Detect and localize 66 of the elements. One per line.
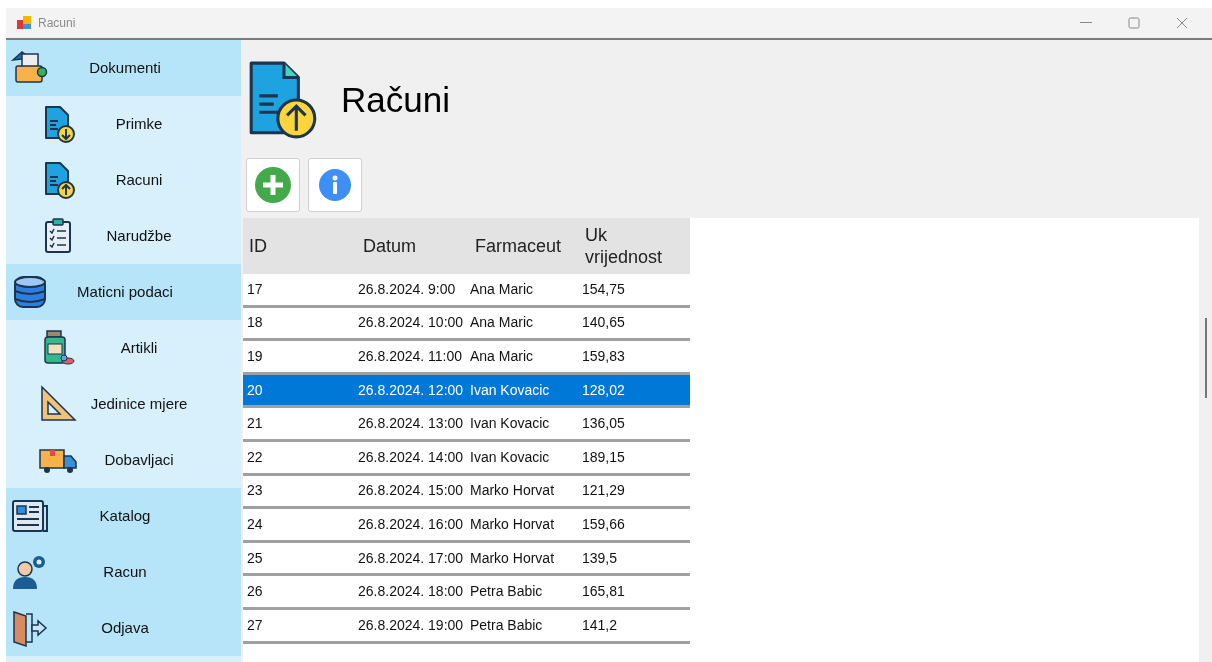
table-cell-text: Ana Maric (469, 347, 535, 366)
info-button[interactable] (308, 158, 362, 212)
column-header: Datum (362, 235, 417, 258)
table-cell-text: 26.8.2024. 19:00 (357, 615, 465, 635)
table-cell-text: 128,02 (581, 380, 626, 400)
maximize-icon (1128, 17, 1140, 29)
table-cell-text: 26.8.2024. 12:00 (357, 380, 465, 400)
table-cell-text: 25 (246, 548, 264, 568)
table-cell-text: 23 (246, 481, 264, 501)
table-cell-text: 24 (246, 514, 264, 534)
table-cell-text: Marko Horvat (469, 548, 556, 568)
table-cell-text: Petra Babic (469, 582, 544, 602)
page-title: Računi (341, 78, 450, 121)
close-icon (1176, 17, 1188, 29)
table-cell-text: 26.8.2024. 15:00 (357, 481, 465, 501)
table-cell-text: 140,65 (581, 313, 626, 333)
table-cell-text: 121,29 (581, 481, 626, 501)
add-icon (254, 166, 292, 204)
table-cell-text: 26.8.2024. 10:00 (357, 313, 465, 333)
table-cell-text: 154,75 (581, 279, 626, 299)
table-cell-text: 136,05 (581, 414, 626, 434)
sidebar-item[interactable]: Maticni podaci (6, 264, 241, 320)
sidebar-item[interactable]: Katalog (6, 488, 241, 544)
table-cell-text: Marko Horvat (469, 481, 556, 501)
table-cell-text: 26.8.2024. 18:00 (357, 582, 465, 602)
exit-door-icon (10, 608, 50, 648)
table-cell-text: 26.8.2024. 17:00 (357, 548, 465, 568)
table-cell-text: Petra Babic (469, 615, 544, 635)
table-cell-text: 26.8.2024. 16:00 (357, 514, 465, 534)
table-cell-text: 165,81 (581, 582, 626, 602)
info-icon (318, 168, 352, 202)
table-row[interactable]: 20 26.8.2024. 12:00 Ivan Kovacic 128,02 (243, 374, 690, 409)
table-cell-text: Ana Maric (469, 313, 535, 333)
table-cell-text: 26.8.2024. 14:00 (357, 447, 465, 467)
sidebar-item[interactable]: Racun (6, 544, 241, 600)
table-cell-text: Ivan Kovacic (469, 380, 551, 400)
column-header: Farmaceut (474, 235, 563, 258)
table-cell-text: 21 (246, 414, 264, 434)
table-cell-text: 159,66 (581, 514, 626, 534)
table-cell-text: Ana Maric (469, 279, 535, 299)
minimize-icon (1080, 22, 1092, 24)
table-cell-text: 189,15 (581, 447, 626, 467)
column-header: ID (248, 235, 268, 258)
table-cell-text: Marko Horvat (469, 514, 556, 534)
table-cell-text: 26.8.2024. 9:00 (357, 279, 457, 299)
table-cell-text: 17 (246, 279, 264, 299)
app-icon (16, 15, 32, 31)
table-cell-text: 20 (246, 380, 264, 400)
table-cell-text: 159,83 (581, 347, 626, 366)
table-cell-text: 27 (246, 615, 264, 635)
scrollbar-thumb[interactable] (1205, 318, 1207, 398)
table-cell-text: 141,2 (581, 615, 619, 635)
window-title: Racuni (38, 15, 76, 32)
table-cell-text: 26 (246, 582, 264, 602)
table-cell-text: Ivan Kovacic (469, 414, 551, 434)
sidebar-item[interactable]: Odjava (6, 600, 241, 656)
sidebar-item[interactable]: Dokumenti (6, 40, 241, 96)
table-cell-text: Ivan Kovacic (469, 447, 551, 467)
table-cell-text: 139,5 (581, 548, 619, 568)
table-cell-text: 19 (246, 347, 264, 366)
table-cell-text: 26.8.2024. 11:00 (357, 347, 464, 366)
add-button[interactable] (246, 158, 300, 212)
table-cell-text: 26.8.2024. 13:00 (357, 414, 465, 434)
table-cell-text: 22 (246, 447, 264, 467)
table-cell-text: 18 (246, 313, 264, 333)
column-header: Uk vrijednost (584, 224, 664, 269)
